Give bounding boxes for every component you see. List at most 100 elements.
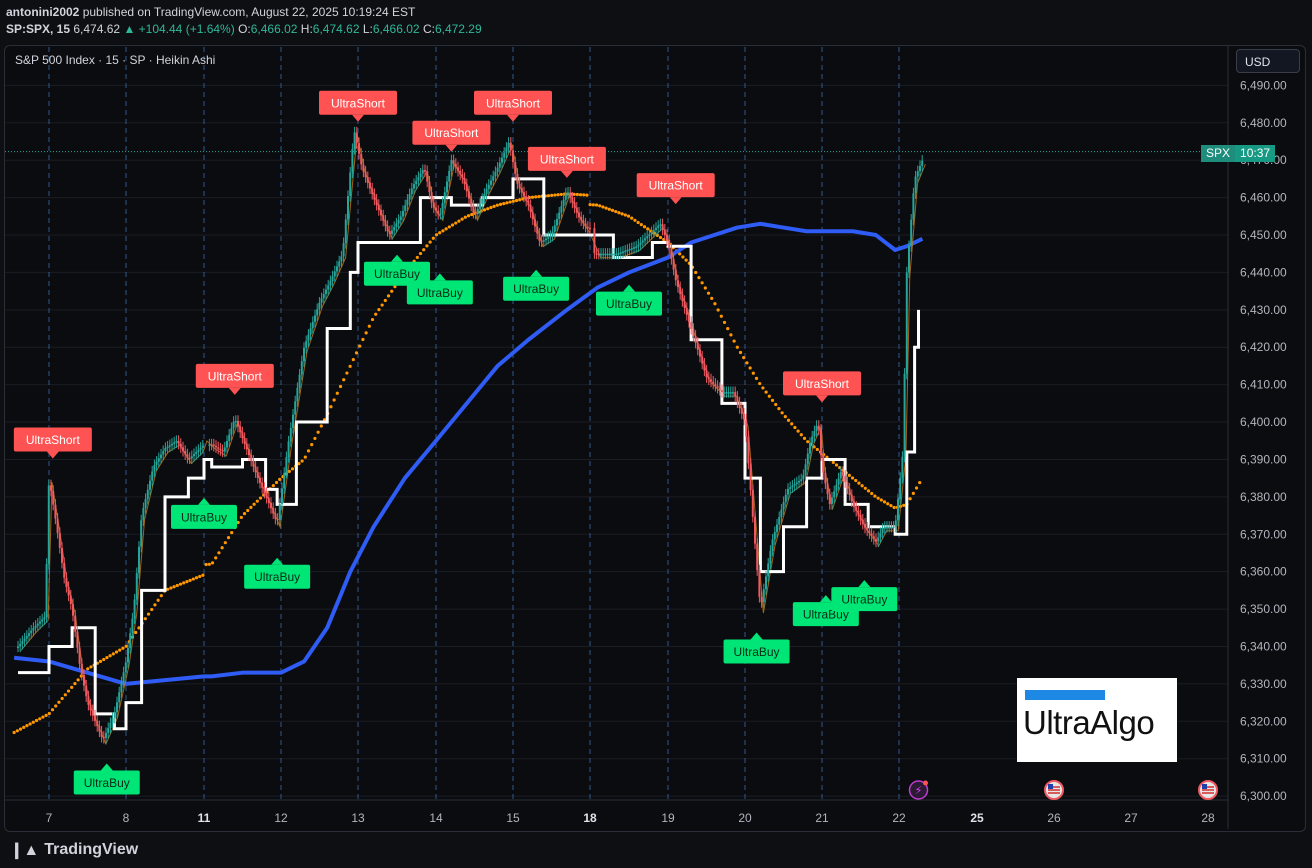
- flag-canton: [1202, 784, 1207, 789]
- candle-body: [230, 428, 233, 435]
- y-axis-tick-label: 6,350.00: [1240, 602, 1287, 616]
- y-axis-tick-label: 6,430.00: [1240, 303, 1287, 317]
- signal-text: UltraBuy: [254, 570, 300, 584]
- candle-body: [652, 229, 655, 233]
- orange-ma-dot: [806, 440, 810, 444]
- candle-body: [30, 630, 33, 634]
- orange-ma-dot: [191, 577, 195, 581]
- candle-body: [703, 363, 706, 371]
- orange-ma-dot: [508, 200, 512, 204]
- candle-body: [168, 445, 171, 447]
- candle-body: [94, 715, 96, 721]
- candle-body: [663, 229, 666, 235]
- tradingview-logo[interactable]: ❙▲ TradingView: [10, 840, 138, 860]
- candle-body: [215, 445, 217, 448]
- candle-body: [793, 484, 796, 486]
- candle-body: [782, 502, 785, 510]
- candle-body: [399, 216, 402, 220]
- candle-body: [727, 392, 730, 394]
- candle-body: [76, 631, 79, 648]
- candle-body: [641, 240, 644, 243]
- candle-body: [50, 485, 52, 491]
- orange-ma-dot: [914, 486, 919, 490]
- candle-body: [602, 253, 605, 256]
- candle-body: [835, 484, 838, 492]
- candle-body: [239, 426, 242, 433]
- orange-ma-dot: [146, 612, 151, 616]
- orange-ma-dot: [76, 678, 80, 682]
- candle-body: [34, 625, 37, 628]
- thin-orange-line: [20, 134, 926, 746]
- orange-ma-dot: [70, 685, 74, 689]
- orange-ma-dot: [153, 603, 157, 607]
- orange-ma-dot: [73, 681, 77, 686]
- candle-body: [630, 248, 633, 250]
- candle-body: [569, 192, 572, 198]
- orange-ma-dot: [300, 459, 304, 463]
- candle-body: [861, 519, 864, 524]
- logo-bar: [1025, 690, 1105, 700]
- x-axis-tick-label: 13: [351, 811, 365, 825]
- candle-body: [74, 615, 77, 632]
- candle-body: [85, 685, 88, 697]
- candle-body: [476, 208, 479, 214]
- candle-body: [39, 621, 41, 624]
- candle-body: [186, 454, 189, 458]
- orange-ma-dot: [770, 398, 775, 402]
- ultrabuy-signal-label: UltraBuy: [171, 497, 237, 529]
- orange-ma-dot: [377, 308, 381, 312]
- candle-body: [155, 461, 158, 466]
- candle-body: [149, 480, 151, 490]
- orange-ma-dot: [585, 193, 589, 197]
- candle-body: [853, 501, 855, 507]
- y-axis-tick-label: 6,480.00: [1240, 116, 1287, 130]
- orange-ma-dot: [223, 541, 227, 545]
- orange-ma-dot: [438, 231, 442, 235]
- signal-pointer: [623, 284, 635, 292]
- orange-ma-dot: [249, 505, 253, 509]
- ultrabuy-signal-label: UltraBuy: [73, 763, 140, 795]
- currency-button[interactable]: USD: [1236, 49, 1300, 73]
- orange-ma-dot: [204, 562, 208, 567]
- candle-body: [879, 533, 882, 538]
- candle-body: [681, 294, 684, 302]
- candle-body: [243, 438, 246, 444]
- orange-ma-dot: [121, 646, 125, 650]
- candle-body: [384, 220, 387, 226]
- candle-body: [600, 253, 602, 256]
- orange-ma-dot: [310, 443, 314, 447]
- orange-ma-dot: [134, 630, 138, 635]
- orange-ma-dot: [271, 484, 275, 488]
- candle-body: [498, 162, 501, 168]
- orange-ma-dot: [422, 248, 426, 252]
- chart-legend[interactable]: S&P 500 Index · 15 · SP · Heikin Ashi: [15, 53, 215, 67]
- candle-body: [278, 504, 281, 520]
- y-axis-tick-label: 6,340.00: [1240, 639, 1287, 653]
- orange-ma-dot: [159, 594, 163, 598]
- orange-ma-dot: [722, 320, 727, 325]
- orange-ma-dot: [719, 314, 723, 318]
- orange-ma-dot: [54, 704, 58, 708]
- x-axis-tick-label: 11: [198, 811, 211, 825]
- candle-body: [892, 526, 895, 529]
- orange-ma-dot: [834, 463, 839, 467]
- candle-body: [837, 478, 840, 485]
- candle-body: [450, 160, 453, 171]
- orange-ma-dot: [588, 203, 592, 207]
- candle-body: [542, 240, 545, 242]
- candle-body: [309, 328, 312, 335]
- candle-body: [28, 633, 30, 636]
- candle-body: [584, 223, 587, 227]
- signal-text: UltraShort: [649, 179, 704, 193]
- orange-ma-dot: [57, 700, 61, 704]
- logo-text: UltraAlgo: [1023, 704, 1155, 741]
- candle-body: [250, 455, 253, 461]
- candle-body: [615, 253, 618, 256]
- candle-body: [582, 220, 585, 224]
- ultrabuy-signal-label: UltraBuy: [831, 580, 898, 612]
- candle-body: [43, 617, 46, 620]
- orange-ma-dot: [697, 276, 701, 280]
- orange-ma-dot: [767, 394, 771, 398]
- orange-ma-dot: [258, 496, 263, 500]
- candle-body: [395, 223, 398, 228]
